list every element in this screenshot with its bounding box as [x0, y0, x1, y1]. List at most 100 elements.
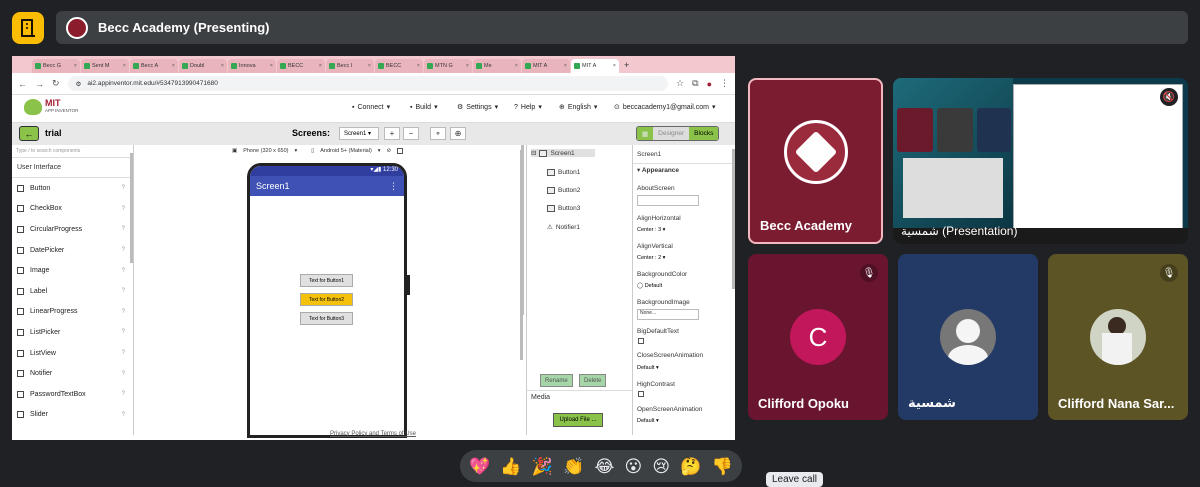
forward-arrow-icon[interactable]: →: [35, 79, 44, 89]
palette-item[interactable]: ListPicker?: [12, 322, 133, 343]
browser-tab[interactable]: Becc G ×: [32, 59, 80, 73]
project-properties-button[interactable]: ⚬: [430, 127, 446, 140]
add-screen-button[interactable]: +: [384, 127, 400, 140]
palette-item[interactable]: Image?: [12, 260, 133, 281]
language-menu[interactable]: ⊕ English ▾: [559, 103, 597, 112]
browser-tab[interactable]: Innova ×: [228, 59, 276, 73]
address-bar[interactable]: ⚙ ai2.appinventor.mit.edu/#5347913990471…: [67, 76, 669, 91]
tree-item-screen1[interactable]: ⊟ Screen1: [531, 149, 595, 157]
profile-icon[interactable]: ●: [707, 79, 712, 89]
palette-category-user-interface[interactable]: User Interface: [12, 158, 133, 178]
tree-item-button2[interactable]: Button2: [547, 187, 580, 194]
close-icon[interactable]: ×: [368, 63, 371, 69]
help-icon[interactable]: ?: [122, 288, 125, 294]
palette-item[interactable]: DatePicker?: [12, 240, 133, 261]
delete-button[interactable]: Delete: [579, 374, 607, 387]
palette-item[interactable]: PasswordTextBox?: [12, 384, 133, 405]
preview-button1[interactable]: Text for Button1: [300, 274, 353, 287]
browser-tab[interactable]: Becc I ×: [326, 59, 374, 73]
preview-button2[interactable]: Text for Button2: [300, 293, 353, 306]
close-icon[interactable]: ×: [515, 63, 518, 69]
close-icon[interactable]: ×: [613, 63, 616, 69]
palette-item[interactable]: Notifier?: [12, 363, 133, 384]
meeting-info-button[interactable]: [12, 12, 44, 44]
reaction-button[interactable]: 💖: [469, 458, 490, 475]
build-menu[interactable]: ▪ Build ▾: [410, 103, 438, 112]
palette-item[interactable]: ListView?: [12, 343, 133, 364]
reaction-button[interactable]: 👎: [712, 458, 733, 475]
hidden-checkbox[interactable]: [397, 148, 404, 154]
presentation-banner[interactable]: Becc Academy (Presenting): [56, 11, 1188, 44]
help-icon[interactable]: ?: [122, 329, 125, 335]
browser-menu-icon[interactable]: ⋮: [720, 78, 729, 89]
big-default-text-checkbox[interactable]: [638, 338, 644, 344]
browser-tab[interactable]: Becc A ×: [130, 59, 178, 73]
back-to-projects-button[interactable]: ←: [19, 126, 39, 141]
rename-button[interactable]: Rename: [540, 374, 573, 387]
background-image-input[interactable]: None...: [637, 309, 699, 320]
browser-tab[interactable]: Me ×: [473, 59, 521, 73]
palette-item[interactable]: Button?: [12, 178, 133, 199]
participant-tile-becc-academy[interactable]: Becc Academy: [748, 78, 883, 244]
appearance-section[interactable]: ▾ Appearance: [637, 166, 679, 174]
blocks-button[interactable]: Blocks: [689, 127, 719, 140]
close-icon[interactable]: ×: [221, 63, 224, 69]
participant-tile-clifford-nana[interactable]: 🎙 Clifford Nana Sar...: [1048, 254, 1188, 420]
new-tab-button[interactable]: +: [624, 60, 629, 70]
account-menu[interactable]: ⊙ beccacademy1@gmail.com ▾: [614, 103, 715, 112]
reaction-button[interactable]: 😮: [625, 458, 643, 475]
palette-search-input[interactable]: Type / to search components: [12, 145, 133, 158]
palette-item[interactable]: LinearProgress?: [12, 302, 133, 323]
connect-menu[interactable]: ▪ Connect ▾: [352, 103, 390, 112]
close-icon[interactable]: ×: [270, 63, 273, 69]
help-icon[interactable]: ?: [122, 268, 125, 274]
background-color-select[interactable]: ◯ Default: [637, 283, 662, 289]
browser-tab[interactable]: BECC ×: [277, 59, 325, 73]
screen-select[interactable]: Screen1 ▾: [339, 127, 379, 140]
open-animation-select[interactable]: Default ▾: [637, 418, 659, 424]
properties-scrollbar[interactable]: [732, 149, 735, 289]
help-icon[interactable]: ?: [122, 206, 125, 212]
hidden-components-icon[interactable]: ⊘: [387, 148, 392, 154]
privacy-policy-link[interactable]: Privacy Policy and Terms of Use: [330, 431, 416, 437]
palette-item[interactable]: CheckBox?: [12, 199, 133, 220]
palette-item[interactable]: Label?: [12, 281, 133, 302]
extensions-icon[interactable]: ⧉: [692, 78, 698, 89]
close-icon[interactable]: ×: [172, 63, 175, 69]
back-arrow-icon[interactable]: ←: [18, 79, 27, 89]
tree-scrollbar[interactable]: [521, 145, 524, 315]
help-icon[interactable]: ?: [122, 350, 125, 356]
upload-file-button[interactable]: Upload File ...: [553, 413, 603, 427]
participant-tile-shamsiya[interactable]: شمسية: [898, 254, 1038, 420]
close-icon[interactable]: ×: [74, 63, 77, 69]
reload-icon[interactable]: ↻: [52, 78, 60, 89]
mit-app-inventor-logo[interactable]: MIT APP INVENTOR: [24, 99, 78, 115]
high-contrast-checkbox[interactable]: [638, 391, 644, 397]
reaction-button[interactable]: 😂: [594, 458, 614, 475]
browser-tab[interactable]: MTN G ×: [424, 59, 472, 73]
tree-item-button3[interactable]: Button3: [547, 205, 580, 212]
reaction-button[interactable]: 🤔: [680, 458, 701, 475]
browser-tab[interactable]: Sent M ×: [81, 59, 129, 73]
help-icon[interactable]: ?: [122, 247, 125, 253]
participant-tile-clifford-opoku[interactable]: C 🎙 Clifford Opoku: [748, 254, 888, 420]
help-icon[interactable]: ?: [122, 185, 125, 191]
close-icon[interactable]: ×: [417, 63, 420, 69]
browser-tab[interactable]: MIT A ×: [522, 59, 570, 73]
close-animation-select[interactable]: Default ▾: [637, 365, 659, 371]
help-icon[interactable]: ?: [122, 309, 125, 315]
participant-tile-presentation[interactable]: شمسية (Presentation) 🔇: [893, 78, 1188, 244]
tree-item-notifier1[interactable]: ⚠ Notifier1: [547, 223, 580, 232]
close-icon[interactable]: ×: [466, 63, 469, 69]
close-icon[interactable]: ×: [564, 63, 567, 69]
reaction-button[interactable]: 🎉: [532, 458, 553, 475]
close-icon[interactable]: ×: [123, 63, 126, 69]
star-icon[interactable]: ☆: [676, 78, 684, 89]
browser-tab[interactable]: Doubl ×: [179, 59, 227, 73]
theme-select[interactable]: Android 5+ (Material): [320, 148, 372, 154]
reaction-button[interactable]: 👏: [563, 458, 584, 475]
palette-item[interactable]: CircularProgress?: [12, 219, 133, 240]
browser-tab[interactable]: MIT A ×: [571, 59, 619, 73]
align-vertical-select[interactable]: Center : 2 ▾: [637, 255, 665, 261]
preview-button3[interactable]: Text for Button3: [300, 312, 353, 325]
